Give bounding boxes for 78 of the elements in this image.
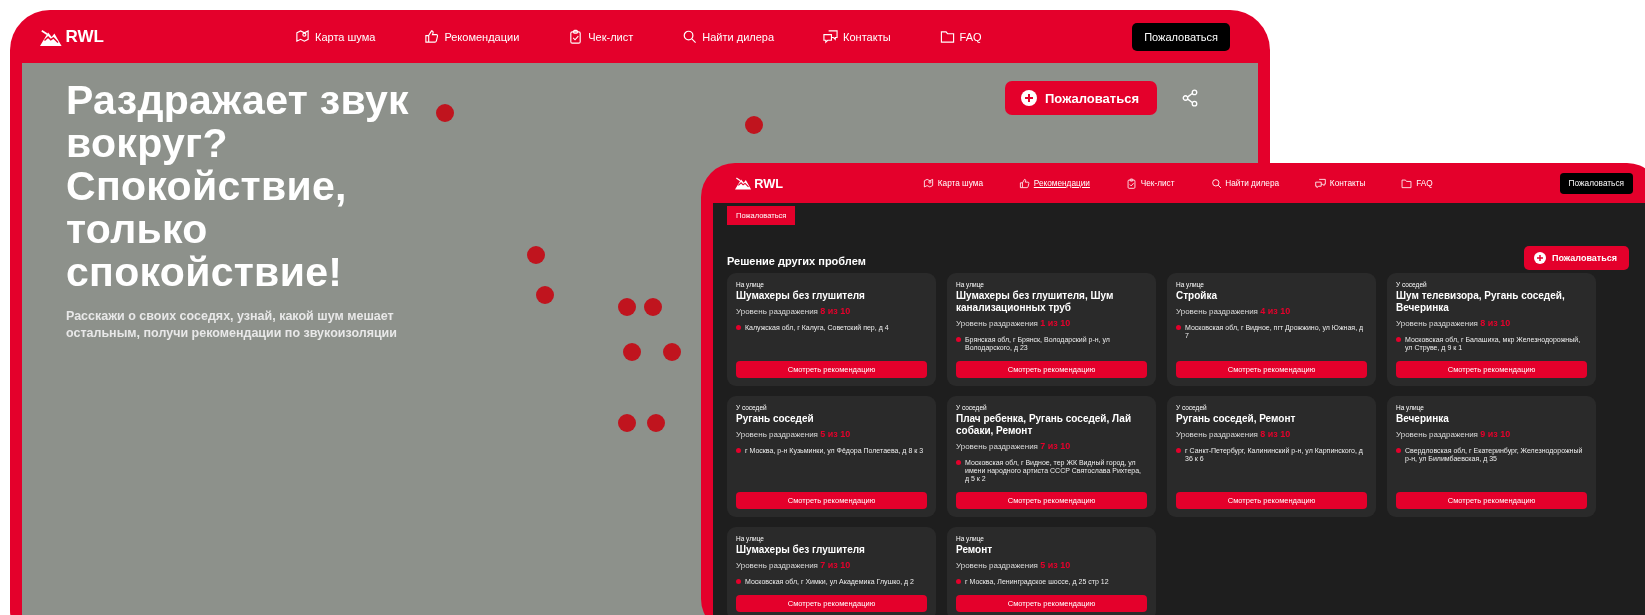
nav-link[interactable]: Контакты (823, 29, 891, 44)
location-dot-icon (736, 448, 741, 453)
map-pin-icon[interactable] (618, 298, 636, 316)
irritation-level: Уровень раздражения 5 из 10 (956, 560, 1071, 571)
map-pin-icon[interactable] (536, 286, 554, 304)
nav-link[interactable]: Найти дилера (682, 29, 775, 44)
folder-icon (1401, 177, 1413, 189)
nav-link[interactable]: FAQ (1401, 177, 1433, 189)
nav-link[interactable]: Рекомендации (1019, 177, 1090, 189)
card-title: Ремонт (956, 544, 993, 556)
thumbs-up-icon (1019, 177, 1031, 189)
plus-icon (1533, 252, 1546, 264)
search-icon (682, 29, 698, 44)
card-title: Ругань соседей, Ремонт (1176, 413, 1296, 425)
nav-link[interactable]: Карта шума (295, 29, 376, 44)
complain-button[interactable]: Пожаловаться (1523, 246, 1629, 270)
logo-icon (40, 27, 62, 46)
section-heading: Решение других проблем (727, 255, 866, 267)
nav-link[interactable]: Чек-лист (1125, 177, 1175, 189)
card-title: Стройка (1176, 290, 1218, 302)
irritation-level: Уровень раздражения 4 из 10 (1176, 306, 1291, 317)
location-dot-icon (1396, 448, 1401, 453)
clipboard-check-icon (1125, 177, 1137, 189)
map-pin-icon[interactable] (623, 343, 641, 361)
nav-link[interactable]: Рекомендации (424, 29, 520, 44)
card-title: Шумахеры без глушителя (736, 544, 865, 556)
irritation-level: Уровень раздражения 8 из 10 (736, 306, 851, 317)
hero-subtitle: Расскажи о своих соседях, узнай, какой шум мешает остальным, получи рекомендации по звукоизоляции (66, 308, 398, 342)
irritation-level: Уровень раздражения 8 из 10 (1176, 429, 1291, 440)
card-title: Шумахеры без глушителя (736, 290, 865, 302)
card-title: Шум телевизора, Ругань соседей, Вечеринка (1396, 290, 1566, 314)
nav-link[interactable]: Чек-лист (568, 29, 634, 44)
location-dot-icon (1176, 448, 1181, 453)
logo-icon (735, 176, 752, 190)
map-pin-icon[interactable] (663, 343, 681, 361)
map-icon (295, 29, 310, 44)
location-dot-icon (736, 579, 741, 584)
location-dot-icon (956, 579, 961, 584)
logo-text: RWL (65, 26, 104, 47)
search-icon (1210, 177, 1222, 189)
card-title: Вечеринка (1396, 413, 1449, 425)
card-title: Плач ребенка, Ругань соседей, Лай собаки, Ремонт (956, 413, 1133, 437)
map-pin-icon[interactable] (618, 414, 636, 432)
location-dot-icon (956, 460, 961, 465)
chat-icon (823, 29, 839, 44)
irritation-level: Уровень раздражения 7 из 10 (736, 560, 851, 571)
location-dot-icon (1396, 337, 1401, 342)
map-pin-icon[interactable] (527, 246, 545, 264)
share-icon[interactable] (1181, 89, 1199, 107)
folder-icon (939, 29, 955, 44)
chat-icon (1315, 177, 1327, 189)
complain-button[interactable]: Пожаловаться (1005, 81, 1157, 115)
irritation-level: Уровень раздражения 9 из 10 (1396, 429, 1511, 440)
location-dot-icon (1176, 325, 1181, 330)
map-pin-icon[interactable] (436, 104, 454, 122)
logo-text: RWL (754, 175, 783, 191)
map-pin-icon[interactable] (745, 116, 763, 134)
irritation-level: Уровень раздражения 1 из 10 (956, 318, 1071, 329)
irritation-level: Уровень раздражения 7 из 10 (956, 441, 1071, 452)
card-title: Шумахеры без глушителя, Шум канализационных труб (956, 290, 1115, 314)
thumbs-up-icon (424, 29, 440, 44)
map-pin-icon[interactable] (647, 414, 665, 432)
location-dot-icon (736, 325, 741, 330)
complain-button[interactable]: Пожаловаться (1132, 22, 1230, 51)
card-title: Ругань соседей (736, 413, 814, 425)
plus-icon (1021, 90, 1037, 106)
nav-link[interactable]: Найти дилера (1210, 177, 1280, 189)
complain-button[interactable]: Пожаловаться (1559, 172, 1633, 194)
irritation-level: Уровень раздражения 5 из 10 (736, 429, 851, 440)
nav-link[interactable]: Карта шума (923, 177, 984, 189)
nav-link[interactable]: Контакты (1315, 177, 1366, 189)
nav-link[interactable]: FAQ (939, 29, 982, 44)
location-dot-icon (956, 337, 961, 342)
map-pin-icon[interactable] (644, 298, 662, 316)
irritation-level: Уровень раздражения 8 из 10 (1396, 318, 1511, 329)
clipboard-check-icon (568, 29, 584, 44)
map-icon (923, 177, 934, 189)
hero-heading: Раздражает звук вокруг? Спокойствие, только спокойствие! (66, 79, 410, 294)
